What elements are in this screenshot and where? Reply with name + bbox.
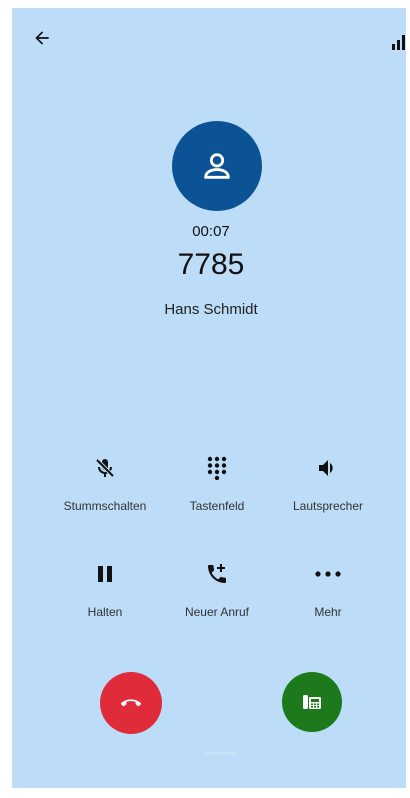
add-call-icon	[208, 564, 226, 583]
more-button[interactable]: Mehr	[273, 559, 383, 619]
mute-button[interactable]: Stummschalten	[50, 453, 160, 513]
call-timer: 00:07	[192, 223, 230, 240]
back-button[interactable]	[30, 26, 54, 50]
volume-icon	[319, 460, 333, 476]
contact-avatar	[172, 121, 262, 211]
new-call-label: Neuer Anruf	[184, 605, 250, 619]
speaker-button[interactable]: Lautsprecher	[273, 453, 383, 513]
call-screen: 00:07 7785 Hans Schmidt Stummschalten Ta…	[12, 8, 410, 788]
hold-label: Halten	[87, 605, 123, 619]
mute-label: Stummschalten	[63, 499, 147, 513]
keypad-label: Tastenfeld	[189, 499, 245, 513]
more-label: Mehr	[314, 605, 342, 619]
screen-edge	[406, 8, 410, 788]
gesture-handle	[205, 752, 237, 755]
phone-number: 7785	[177, 248, 245, 281]
keypad-button[interactable]: Tastenfeld	[162, 453, 272, 513]
contact-name: Hans Schmidt	[164, 301, 258, 318]
speaker-label: Lautsprecher	[292, 499, 364, 513]
mic-off-icon	[95, 458, 115, 478]
pause-icon	[98, 566, 112, 582]
hold-button[interactable]: Halten	[50, 559, 160, 619]
new-call-button[interactable]: Neuer Anruf	[162, 559, 272, 619]
end-call-button[interactable]	[100, 672, 162, 734]
dialpad-icon	[207, 456, 227, 480]
more-horizontal-icon	[315, 571, 341, 577]
person-icon	[204, 153, 230, 179]
transfer-button[interactable]	[282, 672, 342, 732]
desk-phone-icon	[303, 695, 321, 709]
arrow-left-icon	[35, 31, 49, 45]
call-end-icon	[120, 699, 142, 707]
